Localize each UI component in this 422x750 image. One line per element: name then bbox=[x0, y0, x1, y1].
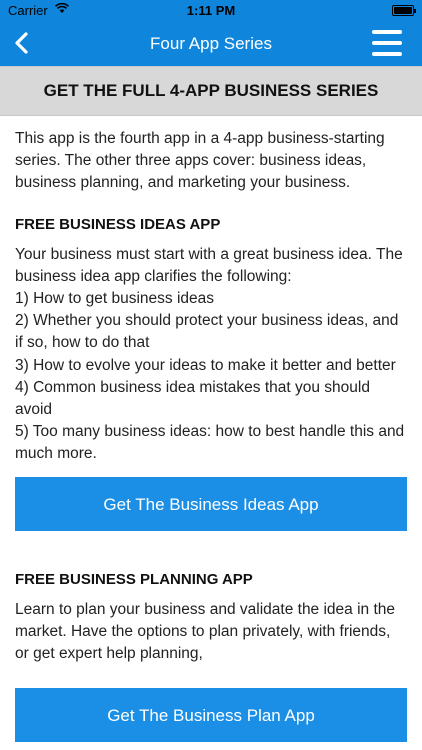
ideas-line: Your business must start with a great bu… bbox=[15, 245, 403, 285]
content-area: This app is the fourth app in a 4-app bu… bbox=[15, 128, 407, 743]
ideas-line: 3) How to evolve your ideas to make it b… bbox=[15, 356, 396, 374]
menu-button[interactable] bbox=[372, 30, 402, 56]
ideas-line: 5) Too many business ideas: how to best … bbox=[15, 423, 405, 463]
get-business-ideas-app-button[interactable]: Get The Business Ideas App bbox=[15, 476, 407, 531]
series-banner: GET THE FULL 4-APP BUSINESS SERIES bbox=[0, 66, 422, 116]
planning-heading: FREE BUSINESS PLANNING APP bbox=[15, 570, 253, 588]
status-time: 1:11 PM bbox=[186, 3, 236, 18]
ideas-line: 4) Common business idea mistakes that yo… bbox=[15, 378, 370, 419]
planning-text: Learn to plan your business and validate… bbox=[15, 600, 396, 663]
get-business-plan-app-button[interactable]: Get The Business Plan App bbox=[15, 688, 407, 743]
ideas-line: 2) Whether you should protect your busin… bbox=[15, 312, 399, 352]
page-title: Four App Series bbox=[150, 34, 272, 53]
hamburger-menu-icon bbox=[372, 30, 402, 34]
ideas-heading: FREE BUSINESS IDEAS APP bbox=[15, 215, 221, 233]
ideas-line: 1) How to get business ideas bbox=[15, 290, 215, 308]
status-bar: Carrier 1:11 PM bbox=[0, 0, 422, 22]
battery-icon bbox=[392, 5, 416, 16]
intro-text: This app is the fourth app in a 4-app bu… bbox=[15, 130, 385, 192]
navigation-bar: Four App Series bbox=[0, 22, 422, 66]
